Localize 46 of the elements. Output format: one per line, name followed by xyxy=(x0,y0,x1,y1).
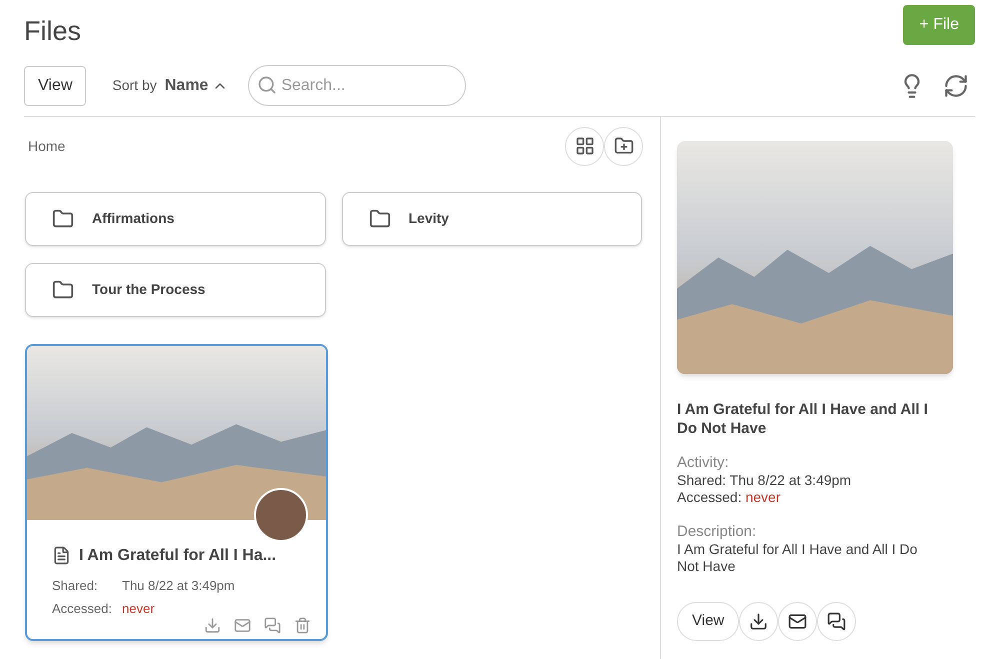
mail-icon xyxy=(788,612,808,630)
comments-button[interactable] xyxy=(817,602,856,640)
shared-info: Shared: Thu 8/22 at 3:49pm xyxy=(677,472,852,488)
folder-icon xyxy=(52,278,74,300)
folder-card[interactable]: Affirmations xyxy=(25,192,326,246)
grid-icon xyxy=(574,136,594,156)
view-button[interactable]: View xyxy=(24,66,86,106)
file-card[interactable]: I Am Grateful for All I Ha... Shared: Thu 8/22 at 3:49pm Accessed: never xyxy=(25,344,328,640)
new-folder-button[interactable] xyxy=(604,126,643,166)
detail-title: I Am Grateful for All I Have and All I Do Not Have xyxy=(677,400,929,438)
accessed-label: Accessed: xyxy=(677,488,742,504)
folder-plus-icon xyxy=(614,136,634,156)
accessed-value: never xyxy=(745,488,781,504)
mail-icon[interactable] xyxy=(234,616,251,634)
folder-card[interactable]: Tour the Process xyxy=(25,262,326,316)
view-button[interactable]: View xyxy=(677,602,740,640)
folder-icon xyxy=(52,208,74,230)
folder-name: Affirmations xyxy=(92,209,174,228)
download-icon[interactable] xyxy=(204,616,221,634)
email-button[interactable] xyxy=(778,602,818,640)
description-text: I Am Grateful for All I Have and All I Do Not Have xyxy=(677,540,918,574)
folder-name: Levity xyxy=(408,209,449,228)
activity-label: Activity: xyxy=(677,454,730,472)
refresh-icon[interactable] xyxy=(943,72,969,98)
accessed-value: never xyxy=(122,600,155,618)
download-button[interactable] xyxy=(739,602,778,640)
document-icon xyxy=(52,546,71,565)
folder-name: Tour the Process xyxy=(92,280,206,299)
shared-date: Thu 8/22 at 3:49pm xyxy=(122,576,235,595)
shared-label: Shared: xyxy=(52,576,99,594)
file-title: I Am Grateful for All I Ha... xyxy=(79,546,276,566)
sort-button[interactable]: Name xyxy=(164,74,228,98)
sort-label: Sort by xyxy=(112,76,157,95)
description-label: Description: xyxy=(677,522,758,540)
folder-icon xyxy=(368,208,390,230)
page-title: Files xyxy=(24,15,82,48)
grid-view-button[interactable] xyxy=(565,126,604,166)
comments-icon[interactable] xyxy=(264,616,281,634)
download-icon xyxy=(749,612,768,630)
search-field[interactable]: Search... xyxy=(248,65,466,106)
breadcrumb[interactable]: Home xyxy=(28,136,66,156)
comments-icon xyxy=(827,612,846,630)
accessed-label: Accessed: xyxy=(52,600,113,618)
folder-card[interactable]: Levity xyxy=(342,192,642,246)
trash-icon[interactable] xyxy=(294,616,311,634)
search-icon xyxy=(257,75,278,95)
